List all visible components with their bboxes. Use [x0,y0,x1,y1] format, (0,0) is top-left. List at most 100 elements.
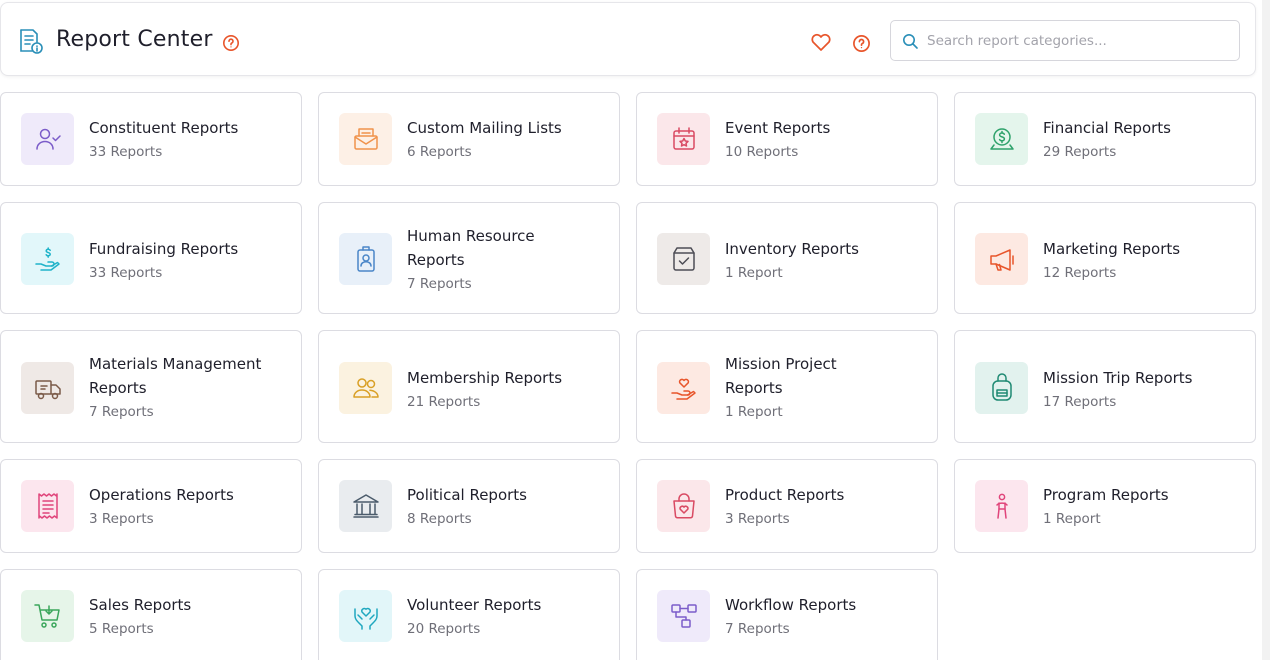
truck-icon [34,380,61,400]
hands-heart-icon [353,607,378,630]
category-name: Human Resource Reports [407,227,535,269]
category-report-count: 5 Reports [89,621,154,637]
backpack-icon [991,373,1012,401]
receipt-icon [37,493,58,519]
category-name: Mission Trip Reports [1043,369,1193,387]
id-badge-icon [356,246,375,272]
category-icon-box [657,590,710,642]
box-check-icon [672,247,695,271]
report-category-card[interactable]: Sales Reports 5 Reports [0,569,302,660]
category-report-count: 20 Reports [407,621,481,637]
category-text: Volunteer Reports 20 Reports [407,593,605,639]
report-category-card[interactable]: Political Reports 8 Reports [318,459,620,553]
category-name: Financial Reports [1043,119,1171,137]
category-text: Materials Management Reports 7 Reports [89,352,287,422]
category-name: Political Reports [407,486,527,504]
category-report-count: 33 Reports [89,144,163,160]
category-text: Sales Reports 5 Reports [89,593,287,639]
report-category-card[interactable]: Event Reports 10 Reports [636,92,938,186]
category-icon-box [975,233,1028,285]
category-text: Custom Mailing Lists 6 Reports [407,116,605,162]
report-category-card[interactable]: Workflow Reports 7 Reports [636,569,938,660]
heart-icon[interactable] [810,32,832,52]
category-name: Volunteer Reports [407,596,542,614]
category-name: Product Reports [725,486,845,504]
category-name: Membership Reports [407,369,563,387]
scrollbar[interactable] [1262,0,1270,660]
report-category-card[interactable]: Materials Management Reports 7 Reports [0,330,302,443]
page-title: Report Center [56,27,213,52]
report-category-card[interactable]: Inventory Reports 1 Report [636,202,938,314]
category-report-count: 7 Reports [725,621,790,637]
category-text: Operations Reports 3 Reports [89,483,287,529]
category-text: Financial Reports 29 Reports [1043,116,1241,162]
category-text: Fundraising Reports 33 Reports [89,237,287,283]
category-name: Marketing Reports [1043,240,1181,258]
category-report-count: 17 Reports [1043,394,1117,410]
report-category-card[interactable]: Membership Reports 21 Reports [318,330,620,443]
hand-dollar-icon [34,247,60,271]
person-icon [995,493,1008,519]
report-category-card[interactable]: Program Reports 1 Report [954,459,1256,553]
category-name: Mission Project Reports [725,355,837,397]
category-text: Human Resource Reports 7 Reports [407,224,605,294]
category-report-count: 1 Report [725,265,783,281]
category-report-count: 29 Reports [1043,144,1117,160]
category-text: Event Reports 10 Reports [725,116,923,162]
report-document-icon [20,29,43,54]
megaphone-icon [989,249,1014,271]
category-report-count: 10 Reports [725,144,799,160]
report-category-card[interactable]: Custom Mailing Lists 6 Reports [318,92,620,186]
category-report-count: 1 Report [725,404,783,420]
category-report-count: 3 Reports [725,511,790,527]
report-category-card[interactable]: Constituent Reports 33 Reports [0,92,302,186]
category-name: Fundraising Reports [89,240,239,258]
category-text: Inventory Reports 1 Report [725,237,923,283]
category-icon-box [657,233,710,285]
category-text: Program Reports 1 Report [1043,483,1241,529]
category-report-count: 7 Reports [89,404,154,420]
report-category-card[interactable]: Volunteer Reports 20 Reports [318,569,620,660]
category-report-count: 8 Reports [407,511,472,527]
category-name: Event Reports [725,119,831,137]
report-category-card[interactable]: Operations Reports 3 Reports [0,459,302,553]
report-category-card[interactable]: Fundraising Reports 33 Reports [0,202,302,314]
report-category-card[interactable]: Mission Trip Reports 17 Reports [954,330,1256,443]
category-name: Workflow Reports [725,596,857,614]
category-text: Marketing Reports 12 Reports [1043,237,1241,283]
category-text: Political Reports 8 Reports [407,483,605,529]
help-circle-icon[interactable] [852,34,871,53]
category-report-count: 7 Reports [407,276,472,292]
category-name: Program Reports [1043,486,1169,504]
category-report-count: 21 Reports [407,394,481,410]
search-box[interactable] [890,20,1240,61]
category-icon-box [975,113,1028,165]
category-name: Inventory Reports [725,240,859,258]
category-name: Custom Mailing Lists [407,119,562,137]
hand-heart-icon [670,378,696,400]
category-text: Workflow Reports 7 Reports [725,593,923,639]
mail-icon [353,128,378,150]
report-category-card[interactable]: Financial Reports 29 Reports [954,92,1256,186]
category-icon-box [339,480,392,532]
question-circle-icon[interactable] [222,34,240,52]
category-icon-box [339,590,392,642]
report-category-card[interactable]: Product Reports 3 Reports [636,459,938,553]
search-icon [903,34,918,49]
search-input[interactable] [927,27,1227,55]
category-icon-box [339,362,392,414]
category-icon-box [339,113,392,165]
report-category-card[interactable]: Mission Project Reports 1 Report [636,330,938,443]
report-category-card[interactable]: Marketing Reports 12 Reports [954,202,1256,314]
category-icon-box [339,233,392,285]
category-icon-box [21,590,74,642]
calendar-star-icon [672,127,695,150]
bag-heart-icon [672,493,695,519]
category-text: Constituent Reports 33 Reports [89,116,287,162]
category-name: Constituent Reports [89,119,239,137]
report-center-page: Report Center Constituent Reports 33 Repo… [0,0,1270,660]
users-icon [352,378,379,398]
report-category-card[interactable]: Human Resource Reports 7 Reports [318,202,620,314]
category-icon-box [21,113,74,165]
user-check-icon [35,128,61,150]
